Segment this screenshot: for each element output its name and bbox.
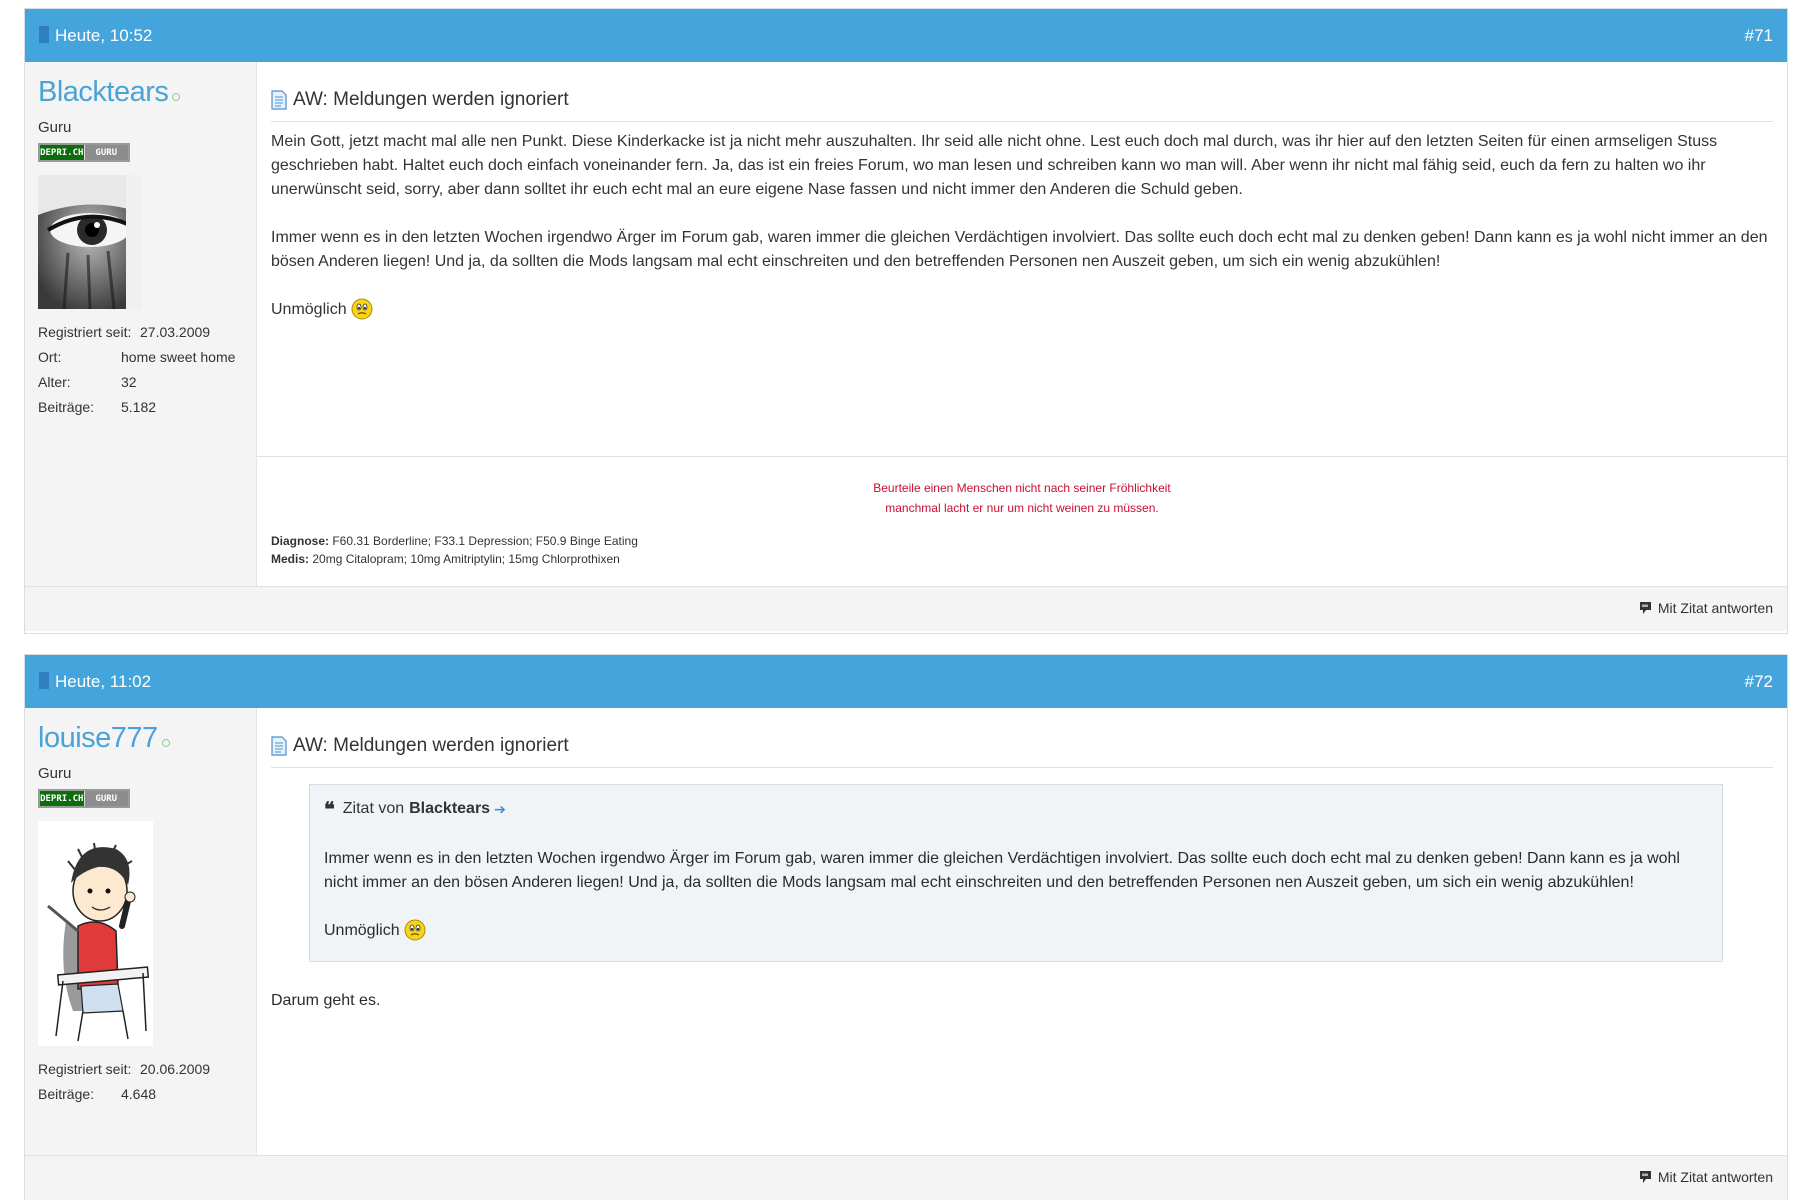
post-number-link[interactable]: #72 bbox=[1745, 672, 1773, 692]
user-stats: Registriert seit: 20.06.2009 Beiträge: 4… bbox=[38, 1056, 243, 1106]
message-last-line: Unmöglich bbox=[271, 298, 1773, 322]
quote-block: ❝ Zitat von Blacktears ➔ Immer wenn es i… bbox=[309, 784, 1723, 962]
document-icon bbox=[271, 90, 287, 110]
user-info-panel: Blacktears Guru DEPRI.CH GURU Registrier… bbox=[25, 62, 257, 586]
avatar[interactable] bbox=[38, 821, 153, 1046]
stat-value: 27.03.2009 bbox=[140, 323, 211, 340]
quote-text: Immer wenn es in den letzten Wochen irge… bbox=[324, 847, 1708, 943]
quote-header: ❝ Zitat von Blacktears ➔ bbox=[324, 797, 1708, 821]
stat-key: Ort: bbox=[38, 348, 62, 365]
rank-badge: DEPRI.CH GURU bbox=[38, 143, 130, 162]
smiley-icon bbox=[351, 298, 373, 320]
user-stats: Registriert seit: 27.03.2009 Ort: home s… bbox=[38, 319, 243, 419]
post-title-text: AW: Meldungen werden ignoriert bbox=[293, 735, 569, 756]
user-rank: Guru bbox=[38, 765, 72, 782]
stat-age: Alter: 32 bbox=[38, 369, 243, 394]
rank-badge-right: GURU bbox=[83, 145, 128, 160]
post-message: Mein Gott, jetzt macht mal alle nen Punk… bbox=[271, 130, 1773, 322]
post-footer: Mit Zitat antworten bbox=[25, 586, 1787, 631]
stat-value: 5.182 bbox=[121, 398, 157, 415]
post-content: AW: Meldungen werden ignoriert Mein Gott… bbox=[271, 62, 1773, 346]
post-header: Heute, 10:52 #71 bbox=[25, 9, 1787, 62]
post-number-link[interactable]: #71 bbox=[1745, 26, 1773, 46]
post-marker-icon bbox=[39, 672, 49, 689]
signature-divider bbox=[257, 456, 1787, 457]
username-link[interactable]: Blacktears bbox=[38, 76, 169, 109]
stat-key: Registriert seit: bbox=[38, 1060, 132, 1077]
post-title: AW: Meldungen werden ignoriert bbox=[271, 89, 1773, 122]
signature-line: manchmal lacht er nur um nicht weinen zu… bbox=[885, 501, 1159, 515]
stat-posts: Beiträge: 5.182 bbox=[38, 394, 243, 419]
message-paragraph: Unmöglich bbox=[271, 301, 347, 318]
rank-badge-left: DEPRI.CH bbox=[40, 145, 84, 160]
rank-badge-right: GURU bbox=[83, 791, 128, 806]
signature-quote: Beurteile einen Menschen nicht nach sein… bbox=[257, 478, 1787, 518]
avatar[interactable] bbox=[38, 175, 142, 309]
signature-medis: Medis: 20mg Citalopram; 10mg Amitriptyli… bbox=[271, 550, 638, 568]
post-date: Heute, 10:52 bbox=[55, 26, 153, 45]
quote-reply-button[interactable]: Mit Zitat antworten bbox=[1639, 1169, 1773, 1185]
post-message: Darum geht es. bbox=[271, 992, 381, 1009]
stat-value: 4.648 bbox=[121, 1085, 157, 1102]
quote-prefix: Zitat von bbox=[342, 800, 405, 817]
stat-registered: Registriert seit: 20.06.2009 bbox=[38, 1056, 243, 1081]
post-71: Heute, 10:52 #71 Blacktears Guru DEPRI.C… bbox=[24, 8, 1788, 634]
online-status-icon bbox=[161, 738, 170, 747]
signature-label: Medis: bbox=[271, 552, 310, 566]
stat-location: Ort: home sweet home bbox=[38, 344, 243, 369]
document-icon bbox=[271, 736, 287, 756]
quote-reply-icon bbox=[1639, 1171, 1651, 1183]
quote-reply-label: Mit Zitat antworten bbox=[1657, 600, 1773, 616]
signature-label: Diagnose: bbox=[271, 534, 330, 548]
stat-key: Registriert seit: bbox=[38, 323, 132, 340]
go-to-post-arrow-icon[interactable]: ➔ bbox=[494, 801, 506, 818]
message-paragraph: Immer wenn es in den letzten Wochen irge… bbox=[271, 229, 1768, 270]
stat-registered: Registriert seit: 27.03.2009 bbox=[38, 319, 243, 344]
username-link[interactable]: louise777 bbox=[38, 722, 158, 755]
post-title: AW: Meldungen werden ignoriert bbox=[271, 735, 1773, 768]
user-info-panel: louise777 Guru DEPRI.CH GURU Registriert… bbox=[25, 708, 257, 1155]
message-paragraph: Mein Gott, jetzt macht mal alle nen Punk… bbox=[271, 133, 1718, 198]
signature-line: Beurteile einen Menschen nicht nach sein… bbox=[873, 481, 1171, 495]
signature-value: 20mg Citalopram; 10mg Amitriptylin; 15mg… bbox=[309, 552, 620, 566]
post-72: Heute, 11:02 #72 louise777 Guru DEPRI.CH… bbox=[24, 654, 1788, 1200]
stat-key: Alter: bbox=[38, 373, 71, 390]
rank-badge-left: DEPRI.CH bbox=[40, 791, 84, 806]
quote-last-line: Unmöglich bbox=[324, 919, 1708, 943]
stat-posts: Beiträge: 4.648 bbox=[38, 1081, 243, 1106]
quote-reply-icon bbox=[1639, 602, 1651, 614]
quote-reply-label: Mit Zitat antworten bbox=[1657, 1169, 1773, 1185]
smiley-icon bbox=[404, 919, 426, 941]
online-status-icon bbox=[172, 92, 181, 101]
stat-value: home sweet home bbox=[121, 348, 236, 365]
post-date: Heute, 11:02 bbox=[55, 672, 152, 691]
rank-badge: DEPRI.CH GURU bbox=[38, 789, 130, 808]
signature-info: Diagnose: F60.31 Borderline; F33.1 Depre… bbox=[271, 532, 638, 568]
post-header: Heute, 11:02 #72 bbox=[25, 655, 1787, 708]
post-content: AW: Meldungen werden ignoriert ❝ Zitat v… bbox=[271, 708, 1773, 1010]
stat-key: Beiträge: bbox=[38, 398, 95, 415]
stat-key: Beiträge: bbox=[38, 1085, 95, 1102]
quote-reply-button[interactable]: Mit Zitat antworten bbox=[1639, 600, 1773, 616]
post-title-text: AW: Meldungen werden ignoriert bbox=[293, 89, 569, 110]
post-marker-icon bbox=[39, 26, 49, 43]
post-footer: Mit Zitat antworten bbox=[25, 1155, 1787, 1200]
stat-value: 20.06.2009 bbox=[140, 1060, 211, 1077]
stat-value: 32 bbox=[121, 373, 137, 390]
signature-value: F60.31 Borderline; F33.1 Depression; F50… bbox=[329, 534, 638, 548]
quote-paragraph: Unmöglich bbox=[324, 922, 400, 939]
signature-diagnose: Diagnose: F60.31 Borderline; F33.1 Depre… bbox=[271, 532, 638, 550]
quote-paragraph: Immer wenn es in den letzten Wochen irge… bbox=[324, 850, 1680, 891]
user-rank: Guru bbox=[38, 119, 72, 136]
quote-mark-icon: ❝ bbox=[324, 797, 335, 821]
quote-author: Blacktears bbox=[409, 800, 491, 817]
